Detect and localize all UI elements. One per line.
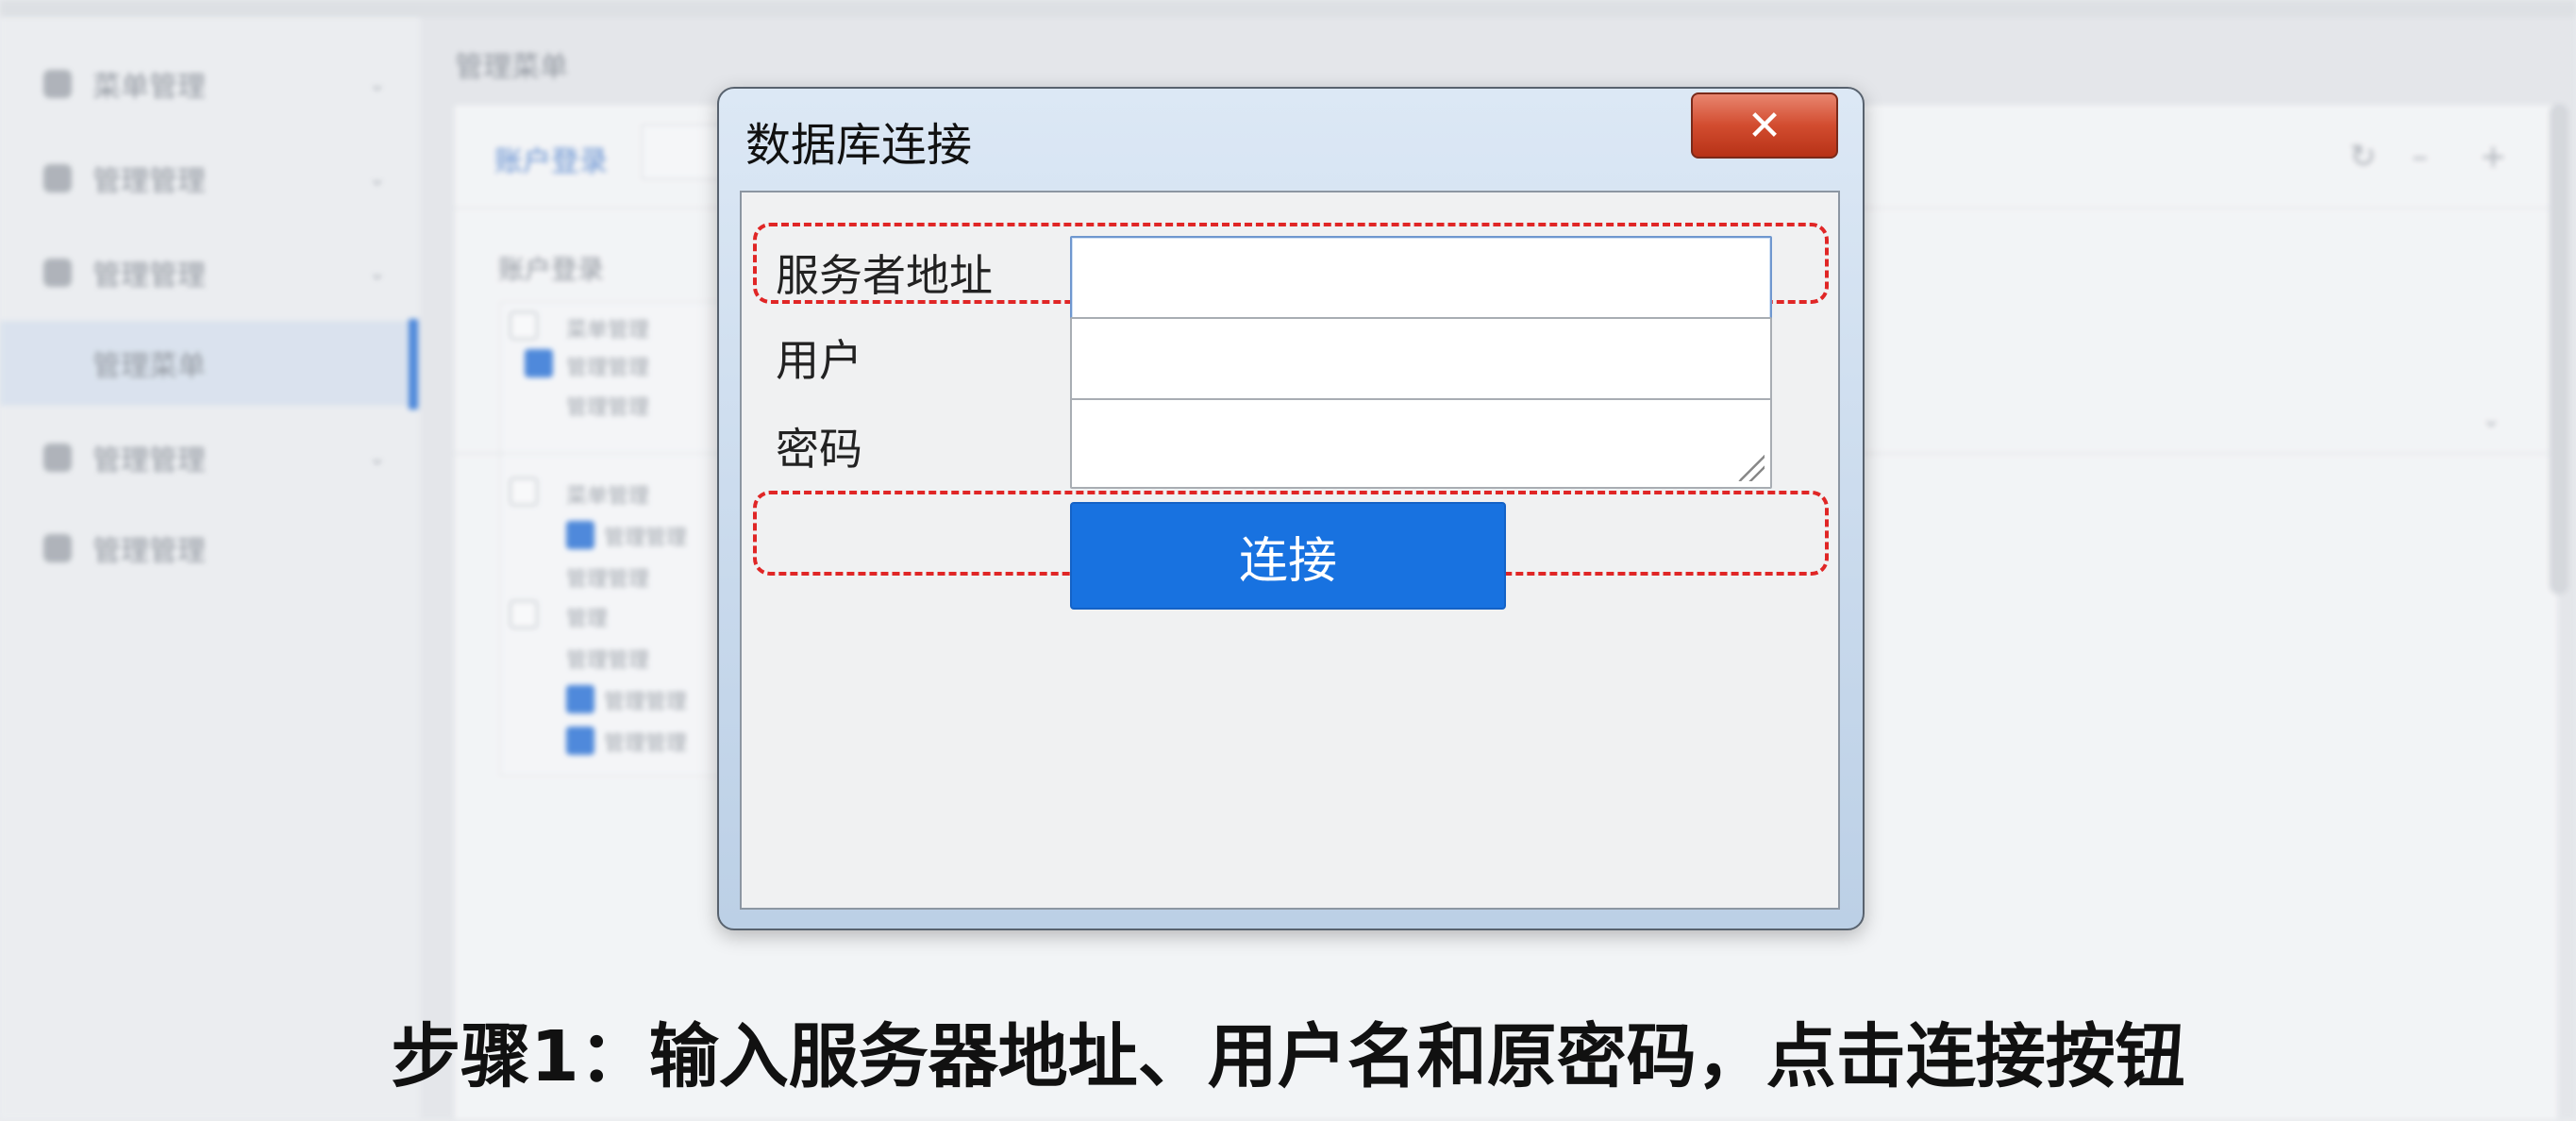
chevron-down-icon: ⌄ bbox=[368, 445, 386, 470]
refresh-icon[interactable]: ↻ bbox=[2350, 138, 2377, 176]
close-icon: ✕ bbox=[1747, 101, 1782, 150]
tree-row: 管理管理 bbox=[604, 732, 688, 756]
tree-row: 菜单管理 bbox=[566, 319, 650, 343]
scrollbar[interactable] bbox=[2550, 104, 2568, 594]
checkbox[interactable] bbox=[510, 311, 538, 340]
tree-row: 管理管理 bbox=[566, 649, 650, 673]
step-caption: 步骤1：输入服务器地址、用户名和原密码，点击连接按钮 bbox=[391, 1016, 2185, 1097]
minus-icon[interactable]: – bbox=[2412, 138, 2428, 176]
sidebar-item-label: 管理管理 bbox=[92, 444, 206, 477]
chevron-down-icon: ⌄ bbox=[368, 166, 386, 191]
checkbox[interactable] bbox=[510, 600, 538, 628]
connect-button[interactable]: 连接 bbox=[1070, 502, 1506, 610]
tree-row: 管理管理 bbox=[604, 691, 688, 714]
dialog-title: 数据库连接 bbox=[745, 119, 973, 172]
server-address-label: 服务者地址 bbox=[776, 250, 993, 301]
sidebar-item-label: 管理菜单 bbox=[92, 350, 206, 383]
section-title: 账户登录 bbox=[498, 254, 605, 285]
plus-icon[interactable]: + bbox=[2480, 138, 2507, 176]
blank-icon bbox=[43, 349, 72, 377]
tree-row: 菜单管理 bbox=[566, 485, 650, 509]
tree-row: 管理管理 bbox=[566, 396, 650, 420]
sidebar-item-3[interactable]: 管理管理 ⌄ bbox=[0, 230, 420, 315]
top-bar bbox=[0, 0, 2576, 17]
sidebar-item-label: 管理管理 bbox=[92, 535, 206, 568]
sidebar-item-6[interactable]: 管理管理 bbox=[0, 506, 420, 591]
close-button[interactable]: ✕ bbox=[1691, 92, 1838, 159]
database-connection-dialog: 数据库连接 ✕ 服务者地址 用户 密码 连接 bbox=[717, 87, 1865, 930]
page-title: 管理菜单 bbox=[455, 51, 568, 84]
sidebar-item-2[interactable]: 管理管理 ⌄ bbox=[0, 136, 420, 221]
table-icon bbox=[43, 534, 72, 562]
checkbox[interactable] bbox=[566, 727, 594, 755]
users-icon bbox=[43, 443, 72, 472]
username-input[interactable] bbox=[1070, 317, 1772, 408]
chevron-down-icon: ⌄ bbox=[368, 72, 386, 96]
tree-row: 管理管理 bbox=[566, 357, 650, 380]
password-label: 密码 bbox=[776, 424, 862, 475]
sidebar-item-label: 菜单管理 bbox=[92, 71, 206, 104]
sidebar-item-label: 管理管理 bbox=[92, 259, 206, 293]
sidebar-item-1[interactable]: 菜单管理 ⌄ bbox=[0, 42, 420, 126]
active-indicator bbox=[409, 319, 418, 410]
tab-login[interactable]: 账户登录 bbox=[494, 138, 608, 179]
tree-row: 管理 bbox=[566, 608, 609, 631]
gear-icon bbox=[43, 164, 72, 192]
sidebar-item-5[interactable]: 管理管理 ⌄ bbox=[0, 415, 420, 500]
sidebar-item-label: 管理管理 bbox=[92, 165, 206, 198]
checkbox[interactable] bbox=[525, 349, 553, 377]
chevron-down-icon: ⌄ bbox=[368, 260, 386, 285]
checkbox[interactable] bbox=[566, 685, 594, 713]
password-input[interactable] bbox=[1070, 398, 1772, 489]
menu-icon bbox=[43, 70, 72, 98]
dialog-body: 服务者地址 用户 密码 连接 bbox=[740, 191, 1840, 910]
tree-row: 管理管理 bbox=[604, 527, 688, 550]
tree-row: 管理管理 bbox=[566, 568, 650, 592]
checkbox[interactable] bbox=[566, 521, 594, 549]
server-address-input[interactable] bbox=[1070, 236, 1772, 326]
checkbox[interactable] bbox=[510, 477, 538, 506]
chevron-down-icon[interactable]: ⌄ bbox=[2482, 406, 2501, 432]
username-label: 用户 bbox=[776, 335, 862, 386]
sidebar-item-active[interactable]: 管理菜单 bbox=[0, 321, 420, 406]
resize-grip-icon[interactable] bbox=[1738, 455, 1765, 481]
lock-icon bbox=[43, 259, 72, 287]
